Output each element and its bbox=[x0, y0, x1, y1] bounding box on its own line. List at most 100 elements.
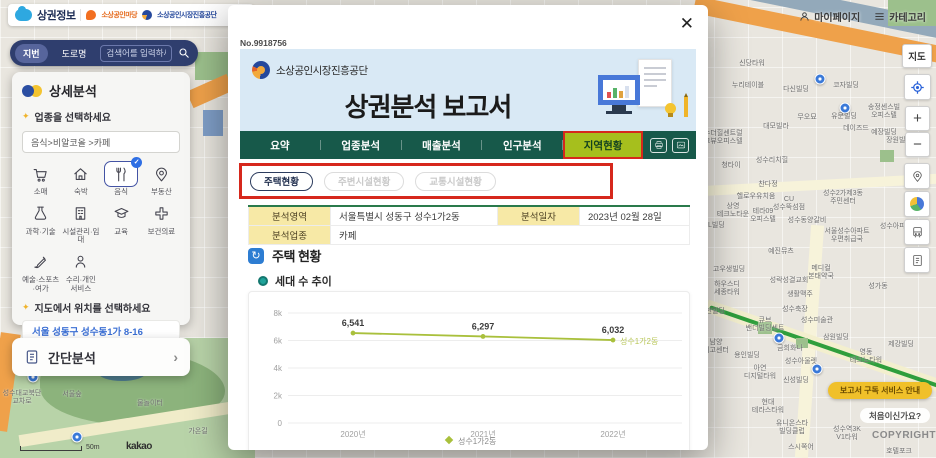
crosshair-icon bbox=[911, 80, 924, 94]
report-subtabs: 주택현황 주변시설현황 교통시설현황 bbox=[239, 163, 613, 199]
category-arts[interactable]: 예술·스포츠 ·여가 bbox=[22, 249, 59, 293]
info-value: 2023년 02월 28일 bbox=[578, 205, 691, 226]
category-lodging[interactable]: 숙박 bbox=[62, 161, 99, 197]
print-button[interactable] bbox=[650, 137, 667, 153]
brand-title: 상권정보 bbox=[37, 10, 76, 22]
locate-button[interactable] bbox=[904, 74, 931, 100]
map-type-label: 지도 bbox=[908, 52, 926, 63]
fork-knife-icon bbox=[115, 167, 126, 181]
subtab-1[interactable]: 주택현황 bbox=[250, 171, 313, 191]
category-education[interactable]: 교육 bbox=[103, 201, 140, 245]
transit-button[interactable] bbox=[904, 219, 930, 245]
map-select-prompt: 지도에서 위치를 선택하세요 bbox=[34, 304, 151, 316]
subtab-2[interactable]: 주변시설현황 bbox=[323, 171, 405, 191]
chevron-right-icon: › bbox=[173, 349, 178, 365]
transit-marker[interactable] bbox=[773, 332, 785, 344]
category-retail[interactable]: 소매 bbox=[22, 161, 59, 197]
folder-image-icon bbox=[676, 141, 685, 149]
map-park-small-right bbox=[880, 150, 894, 162]
map-label: 송정센스빌 오피스텔 bbox=[867, 103, 901, 119]
info-label: 분석영역 bbox=[248, 205, 331, 226]
svg-text:6,032: 6,032 bbox=[602, 325, 625, 335]
search-icon[interactable] bbox=[178, 47, 190, 59]
report-tab-5[interactable]: 지역현황 bbox=[563, 131, 643, 159]
transit-marker[interactable] bbox=[71, 431, 83, 443]
map-label: 신당타워 bbox=[739, 59, 765, 67]
category-button[interactable]: 카테고리 bbox=[874, 9, 926, 24]
transit-marker[interactable] bbox=[811, 363, 823, 375]
toggle-icon[interactable] bbox=[22, 84, 42, 97]
subscription-callout[interactable]: 보고서 구독 서비스 안내 bbox=[828, 382, 932, 399]
semas-logo-icon bbox=[252, 61, 270, 79]
bullet-circle-icon bbox=[258, 276, 268, 286]
svg-text:2020년: 2020년 bbox=[340, 429, 365, 439]
partner2-label[interactable]: 소상공인시장진흥공단 bbox=[157, 10, 217, 20]
category-health[interactable]: 보건의료 bbox=[143, 201, 180, 245]
map-label: 테라09 오피스텔 bbox=[750, 207, 776, 223]
category-repair[interactable]: 수리·개인 서비스 bbox=[62, 249, 99, 293]
lightbulb-icon bbox=[665, 103, 676, 117]
check-badge-icon: ✓ bbox=[131, 157, 143, 168]
category-realestate[interactable]: 부동산 bbox=[143, 161, 180, 197]
zoom-in-button[interactable]: + bbox=[905, 106, 930, 131]
zoom-out-button[interactable]: − bbox=[905, 132, 930, 157]
report-tab-4[interactable]: 인구분석 bbox=[482, 131, 562, 159]
report-doc-icon bbox=[912, 254, 922, 266]
report-tab-2[interactable]: 업종분석 bbox=[321, 131, 401, 159]
subtab-3[interactable]: 교통시설현황 bbox=[415, 171, 496, 191]
svg-text:6,297: 6,297 bbox=[472, 321, 495, 331]
report-banner: 소상공인시장진흥공단 상권분석 보고서 bbox=[240, 49, 696, 131]
transit-marker[interactable] bbox=[814, 73, 826, 85]
category-science[interactable]: 과학·기술 bbox=[22, 201, 59, 245]
close-icon[interactable]: ✕ bbox=[680, 15, 694, 32]
flask-icon bbox=[34, 206, 47, 220]
poi-button[interactable] bbox=[904, 163, 930, 189]
map-label: 현대 테라스타워 bbox=[751, 398, 785, 414]
partner1-label[interactable]: 소상공인마당 bbox=[101, 10, 137, 20]
map-label: 코자빌딩 bbox=[833, 81, 859, 89]
tab-road[interactable]: 도로명 bbox=[54, 44, 95, 63]
simple-analysis-panel[interactable]: 간단분석 › bbox=[12, 338, 190, 376]
map-park-small-right2 bbox=[796, 338, 808, 348]
category-path-select[interactable]: 음식>비알코올 >카페 bbox=[22, 131, 180, 153]
category-facility[interactable]: 시설관리·임대 bbox=[62, 201, 99, 245]
detail-analysis-title: 상세분석 bbox=[49, 84, 97, 99]
section-arrow-icon: ↻ bbox=[248, 247, 264, 264]
svg-text:성수1가2동: 성수1가2동 bbox=[620, 337, 658, 346]
svg-text:6,541: 6,541 bbox=[342, 318, 365, 328]
copyright-label: COPYRIGHT bbox=[872, 430, 936, 441]
map-label: 예장빌딩 bbox=[871, 128, 897, 136]
gallery-button[interactable] bbox=[672, 137, 689, 153]
map-scale: 50m bbox=[20, 444, 100, 451]
tab-jibun[interactable]: 지번 bbox=[15, 43, 48, 63]
medical-cross-icon bbox=[155, 207, 168, 220]
pencil-icon bbox=[684, 93, 688, 117]
map-label: 데이즈드 bbox=[843, 124, 869, 132]
bus-icon bbox=[912, 226, 922, 237]
map-type-button[interactable]: 지도 bbox=[902, 44, 932, 68]
category-food[interactable]: ✓ 음식 bbox=[103, 157, 143, 197]
semas-logo-icon bbox=[142, 10, 153, 20]
svg-text:2022년: 2022년 bbox=[600, 429, 625, 439]
pin-icon bbox=[912, 170, 922, 182]
map-label: 대모빌라 bbox=[763, 122, 789, 130]
first-time-tooltip[interactable]: 처음이신가요? bbox=[860, 408, 930, 423]
search-input[interactable] bbox=[100, 44, 172, 62]
map-label: 성락성결교회 bbox=[769, 276, 809, 284]
report-tab-3[interactable]: 매출분석 bbox=[402, 131, 482, 159]
hamburger-icon bbox=[875, 13, 884, 20]
report-tab-1[interactable]: 요약 bbox=[240, 131, 320, 159]
svg-text:성수1가2동: 성수1가2동 bbox=[458, 437, 496, 446]
subsection-title: 세대 수 추이 bbox=[275, 276, 332, 288]
report-shortcut-button[interactable] bbox=[904, 247, 930, 273]
transit-marker[interactable] bbox=[839, 102, 851, 114]
svg-text:6k: 6k bbox=[274, 337, 283, 346]
section-title: 주택 현황 bbox=[272, 249, 321, 264]
map-pin-icon bbox=[155, 167, 167, 181]
mypage-label: 마이페이지 bbox=[814, 13, 861, 24]
map-label: 아연 디지털타워 bbox=[743, 364, 777, 380]
roadview-button[interactable] bbox=[904, 191, 930, 217]
mypage-button[interactable]: 마이페이지 bbox=[799, 9, 860, 24]
monitor-chart-icon bbox=[598, 75, 640, 105]
map-label: 성가동 bbox=[868, 282, 888, 290]
